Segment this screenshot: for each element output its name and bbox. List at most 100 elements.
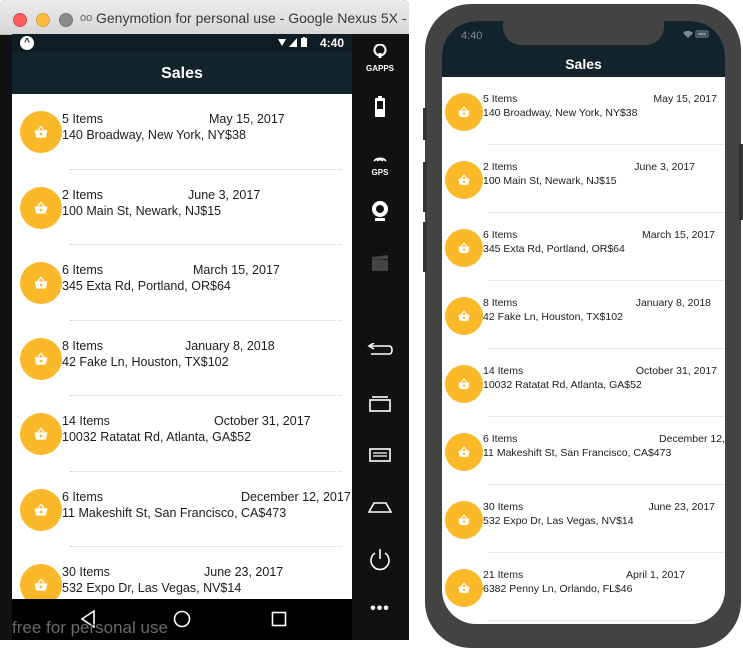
basket-avatar: [20, 488, 62, 531]
home-button[interactable]: [360, 500, 400, 519]
basket-avatar: [445, 433, 483, 471]
sale-address-total: 42 Fake Ln, Houston, TX$102: [62, 354, 229, 369]
ios-status-time: 4:40: [461, 30, 483, 42]
sale-date: May 15, 2017: [209, 112, 285, 126]
sale-address-total: 11 Makeshift St, San Francisco, CA$473: [62, 505, 287, 520]
sale-date: May 15, 2017: [653, 93, 717, 105]
nav-recent-icon[interactable]: [271, 610, 287, 633]
basket-icon: [457, 445, 471, 464]
close-window-button[interactable]: [13, 13, 27, 27]
signal-battery-icons: [278, 37, 312, 51]
basket-avatar: [445, 93, 483, 131]
menu-button[interactable]: [360, 448, 400, 467]
ios-header: Sales: [442, 49, 725, 77]
basket-avatar: [445, 501, 483, 539]
item-count: 2 Items: [483, 161, 518, 173]
basket-avatar: [20, 564, 62, 599]
basket-icon: [33, 124, 49, 145]
sale-date: January 8, 2018: [185, 338, 275, 353]
sale-date: June 23, 2017: [648, 501, 715, 513]
sale-row[interactable]: 6 Items December 12, 2017 11 Makeshift St,…: [12, 472, 352, 547]
nav-home-icon[interactable]: [173, 610, 191, 633]
android-sales-list[interactable]: 5 Items May 15, 2017 140 Broadway, New Yor…: [12, 94, 352, 599]
sale-row[interactable]: 8 Items January 8, 2018 42 Fake Ln, Housto…: [12, 321, 352, 396]
sale-row[interactable]: 8 Items January 8, 2018 42 Fake Ln, Housto…: [442, 281, 725, 349]
side-power-button: [739, 144, 743, 220]
sale-address-total: 6382 Penny Ln, Orlando, FL$46: [483, 583, 633, 595]
more-options-button[interactable]: •••: [360, 600, 400, 618]
sale-date: December 12, 2017: [241, 489, 351, 504]
sale-row[interactable]: 14 Items October 31, 2017 10032 Ratatat Rd…: [442, 349, 725, 417]
basket-icon: [33, 577, 49, 598]
sale-address-total: 10032 Ratatat Rd, Atlanta, GA$52: [62, 430, 252, 444]
genymotion-side-toolbar: GAPPS GPS •••: [352, 34, 409, 640]
android-page-title: Sales: [161, 65, 203, 82]
battery-button[interactable]: [360, 96, 400, 123]
ios-page-title: Sales: [565, 56, 602, 72]
battery-icon: [375, 96, 385, 117]
media-button[interactable]: [360, 254, 400, 277]
sale-row[interactable]: 30 Items June 23, 2017 532 Expo Dr, Las Ve…: [442, 485, 725, 553]
sale-row[interactable]: 14 Items October 31, 2017 10032 Ratatat Rd…: [12, 396, 352, 472]
home-icon: [367, 502, 393, 513]
android-header: Sales: [12, 52, 352, 94]
sale-row[interactable]: 5 Items May 15, 2017 140 Broadway, New Yor…: [12, 94, 352, 170]
basket-avatar: [445, 569, 483, 607]
maximize-window-button[interactable]: [59, 13, 73, 27]
gapps-button[interactable]: GAPPS: [360, 43, 400, 73]
item-count: 2 Items: [62, 187, 103, 202]
volume-up-button: [423, 162, 427, 212]
sale-address-total: 345 Exta Rd, Portland, OR$64: [62, 279, 231, 293]
sale-date: October 31, 2017: [635, 365, 717, 377]
back-button[interactable]: [360, 342, 400, 362]
sale-address-total: 100 Main St, Newark, NJ$15: [62, 203, 222, 218]
webcam-button[interactable]: [360, 200, 400, 227]
basket-avatar: [20, 262, 62, 304]
sale-date: April 1, 2017: [626, 569, 685, 581]
gps-button[interactable]: GPS: [360, 149, 400, 177]
basket-icon: [457, 241, 471, 260]
wifi-battery-icons: [683, 29, 711, 42]
sale-address-total: 11 Makeshift St, San Francisco, CA$473: [483, 447, 672, 459]
app-notification-icon: ^: [20, 36, 34, 50]
genymotion-logo-icon: oo: [80, 12, 93, 24]
power-icon: [370, 549, 390, 571]
sale-row[interactable]: 2 Items June 3, 2017 100 Main St, Newark, …: [442, 145, 725, 213]
minimize-window-button[interactable]: [36, 13, 50, 27]
window-title-bar[interactable]: oo Genymotion for personal use - Google …: [0, 0, 409, 35]
ios-sales-list[interactable]: 5 Items May 15, 2017 140 Broadway, New Yor…: [442, 77, 725, 624]
sale-address-total: 345 Exta Rd, Portland, OR$64: [483, 243, 625, 255]
sale-address-total: 100 Main St, Newark, NJ$15: [483, 175, 617, 187]
sale-row[interactable]: 30 Items June 23, 2017 532 Expo Dr, Las Ve…: [12, 547, 352, 599]
sale-row[interactable]: 6 Items March 15, 2017 345 Exta Rd, Portla…: [12, 245, 352, 321]
sale-row[interactable]: 2 Items June 3, 2017 100 Main St, Newark, …: [12, 170, 352, 245]
power-button[interactable]: [360, 548, 400, 577]
sale-date: March 15, 2017: [642, 229, 715, 241]
basket-icon: [457, 581, 471, 600]
basket-icon: [33, 275, 49, 296]
basket-avatar: [445, 229, 483, 267]
back-icon: [367, 342, 393, 355]
basket-icon: [457, 377, 471, 396]
basket-icon: [33, 351, 49, 372]
sale-address-total: 42 Fake Ln, Houston, TX$102: [483, 311, 623, 323]
sale-date: January 8, 2018: [635, 297, 711, 309]
item-count: 5 Items: [62, 112, 103, 126]
item-count: 21 Items: [483, 569, 524, 581]
iphone-notch: [503, 21, 664, 45]
recent-apps-button[interactable]: [360, 396, 400, 417]
menu-icon: [369, 448, 391, 462]
sale-row[interactable]: 5 Items May 15, 2017 140 Broadway, New Yor…: [442, 77, 725, 145]
android-screen: ^ 4:40 Sales 5 Items May 15, 2017 140 Broa…: [12, 34, 352, 640]
sale-row[interactable]: 6 Items December 12, 11 Makeshift St, San …: [442, 417, 725, 485]
sale-address-total: 140 Broadway, New York, NY$38: [62, 128, 246, 142]
item-count: 6 Items: [62, 489, 103, 504]
item-count: 6 Items: [483, 433, 518, 445]
sale-row[interactable]: 21 Items April 1, 2017 6382 Penny Ln, Orla…: [442, 553, 725, 621]
sale-date: June 3, 2017: [188, 187, 261, 202]
sale-row[interactable]: 6 Items March 15, 2017 345 Exta Rd, Portla…: [442, 213, 725, 281]
gapps-icon: [373, 43, 387, 58]
item-count: 8 Items: [483, 297, 518, 309]
window-title: Genymotion for personal use - Google Nex…: [96, 10, 407, 26]
sale-address-total: 140 Broadway, New York, NY$38: [483, 107, 638, 119]
